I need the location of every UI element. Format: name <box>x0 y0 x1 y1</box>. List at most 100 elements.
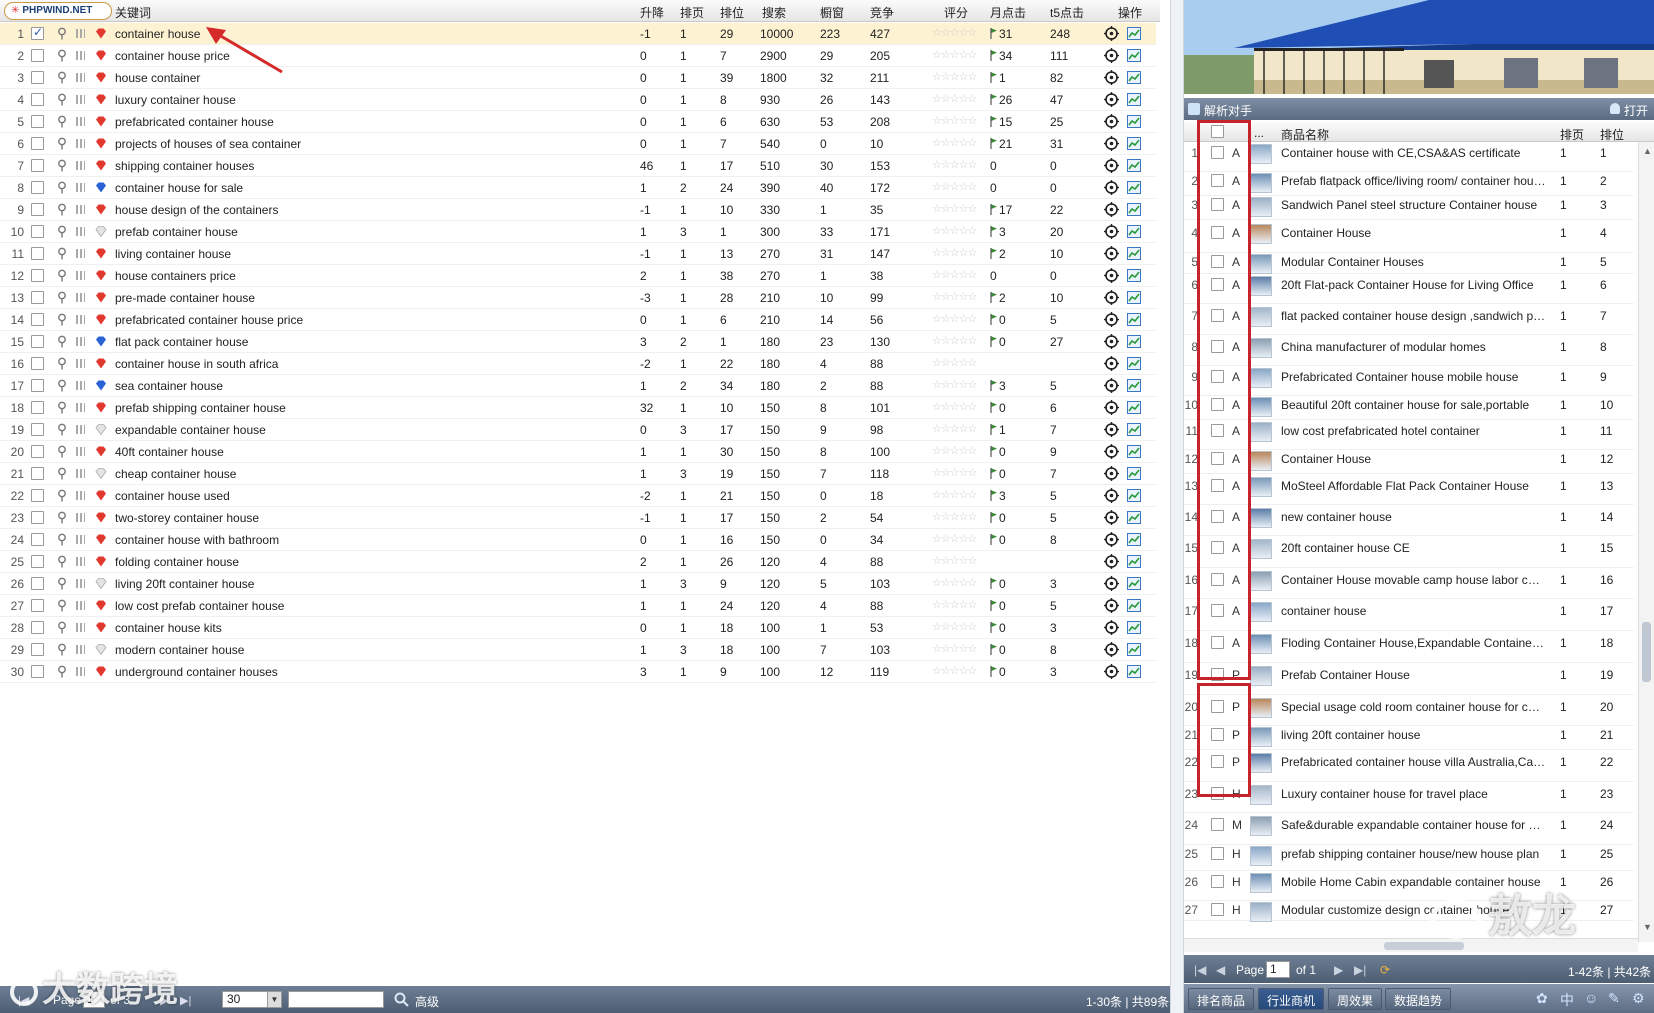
keyword-text[interactable]: living 20ft container house <box>115 577 254 591</box>
trend-chart-icon[interactable] <box>1127 269 1141 282</box>
row-checkbox[interactable] <box>31 533 44 546</box>
pin-icon[interactable] <box>57 379 67 392</box>
col-rank-position[interactable]: 排位 <box>1600 126 1624 143</box>
row-checkbox[interactable] <box>1211 875 1224 888</box>
first-page-icon-right[interactable]: |◀ <box>1194 963 1206 977</box>
col-product-name[interactable]: 商品名称 <box>1281 126 1329 143</box>
product-thumbnail[interactable] <box>1250 571 1272 591</box>
trend-chart-icon[interactable] <box>1127 115 1141 128</box>
row-checkbox[interactable] <box>31 643 44 656</box>
product-name[interactable]: Container House movable camp house labor… <box>1281 573 1546 587</box>
pin-icon[interactable] <box>57 203 67 216</box>
target-icon[interactable] <box>1104 488 1119 503</box>
trend-chart-icon[interactable] <box>1127 49 1141 62</box>
tab-weekly-effect[interactable]: 周效果 <box>1328 988 1383 1010</box>
product-thumbnail[interactable] <box>1250 224 1272 244</box>
last-page-icon-right[interactable]: ▶| <box>1354 963 1366 977</box>
product-name[interactable]: Beautiful 20ft container house for sale,… <box>1281 398 1546 412</box>
product-name[interactable]: Special usage cold room container house … <box>1281 700 1546 714</box>
product-thumbnail[interactable] <box>1250 698 1272 718</box>
row-checkbox[interactable] <box>31 379 44 392</box>
row-checkbox[interactable] <box>1211 903 1224 916</box>
product-thumbnail[interactable] <box>1250 307 1272 327</box>
target-icon[interactable] <box>1104 620 1119 635</box>
product-thumbnail[interactable] <box>1250 602 1272 622</box>
smiley-icon[interactable]: ☺ <box>1584 990 1598 1006</box>
keyword-row[interactable]: 9 house design of the containers -1 1 10 330 1… <box>0 199 1156 221</box>
keyword-row[interactable]: 26 living 20ft container house 1 3 9 120 5 103 ☆… <box>0 573 1156 595</box>
row-checkbox[interactable] <box>31 599 44 612</box>
product-name[interactable]: MoSteel Affordable Flat Pack Container H… <box>1281 479 1546 493</box>
col-monthly-clicks[interactable]: 月点击 <box>990 4 1026 21</box>
keyword-text[interactable]: house containers price <box>115 269 236 283</box>
trend-chart-icon[interactable] <box>1127 137 1141 150</box>
keyword-row[interactable]: 21 cheap container house 1 3 19 150 7 118 ☆☆☆☆☆ 0… <box>0 463 1156 485</box>
product-thumbnail[interactable] <box>1250 451 1272 471</box>
target-icon[interactable] <box>1104 378 1119 393</box>
pin-icon[interactable] <box>57 291 67 304</box>
keyword-row[interactable]: 29 modern container house 1 3 18 100 7 103 ☆☆☆☆☆… <box>0 639 1156 661</box>
target-icon[interactable] <box>1104 532 1119 547</box>
product-name[interactable]: China manufacturer of modular homes <box>1281 340 1546 354</box>
keyword-text[interactable]: prefabricated container house price <box>115 313 303 327</box>
trend-chart-icon[interactable] <box>1127 511 1141 524</box>
product-thumbnail[interactable] <box>1250 902 1272 922</box>
page-size-select[interactable]: 30 ▼ <box>222 991 282 1008</box>
keyword-text[interactable]: container house for sale <box>115 181 243 195</box>
keyword-text[interactable]: two-storey container house <box>115 511 259 525</box>
keyword-text[interactable]: modern container house <box>115 643 244 657</box>
product-thumbnail[interactable] <box>1250 197 1272 217</box>
product-thumbnail[interactable] <box>1250 873 1272 893</box>
product-name[interactable]: new container house <box>1281 510 1546 524</box>
pin-icon[interactable] <box>57 335 67 348</box>
pin-icon[interactable] <box>57 555 67 568</box>
pin-icon[interactable] <box>57 137 67 150</box>
competitor-row[interactable]: 1 A Container house with CE,CSA&AS certifi… <box>1184 142 1634 172</box>
keyword-row[interactable]: 2 container house price 0 1 7 2900 29 205 ☆☆☆☆☆ 3… <box>0 45 1156 67</box>
target-icon[interactable] <box>1104 466 1119 481</box>
filter-input[interactable] <box>288 991 384 1008</box>
product-thumbnail[interactable] <box>1250 846 1272 866</box>
keyword-text[interactable]: prefab container house <box>115 225 238 239</box>
target-icon[interactable] <box>1104 290 1119 305</box>
product-thumbnail[interactable] <box>1250 634 1272 654</box>
pin-icon[interactable] <box>57 467 67 480</box>
scroll-thumb[interactable] <box>1642 622 1651 682</box>
competitor-row[interactable]: 3 A Sandwich Panel steel structure Contain… <box>1184 196 1634 220</box>
prev-page-icon-right[interactable]: ◀ <box>1216 963 1225 977</box>
panel-splitter[interactable] <box>1170 0 1184 1013</box>
pin-icon[interactable] <box>57 533 67 546</box>
row-checkbox[interactable] <box>31 181 44 194</box>
col-t5-clicks[interactable]: t5点击 <box>1050 4 1084 21</box>
keyword-row[interactable]: 14 prefabricated container house price 0 1 6… <box>0 309 1156 331</box>
keyword-text[interactable]: flat pack container house <box>115 335 248 349</box>
keyword-row[interactable]: 25 folding container house 2 1 26 120 4 88 ☆☆☆☆☆ <box>0 551 1156 573</box>
last-page-icon[interactable]: ▶| <box>180 994 191 1007</box>
row-checkbox[interactable] <box>31 93 44 106</box>
trend-chart-icon[interactable] <box>1127 555 1141 568</box>
target-icon[interactable] <box>1104 202 1119 217</box>
product-name[interactable]: living 20ft container house <box>1281 728 1546 742</box>
trend-chart-icon[interactable] <box>1127 203 1141 216</box>
target-icon[interactable] <box>1104 312 1119 327</box>
pin-icon[interactable] <box>57 401 67 414</box>
target-icon[interactable] <box>1104 26 1119 41</box>
keyword-row[interactable]: 23 two-storey container house -1 1 17 150 2 54 ☆… <box>0 507 1156 529</box>
pin-icon[interactable] <box>57 643 67 656</box>
product-thumbnail[interactable] <box>1250 338 1272 358</box>
row-checkbox[interactable] <box>31 313 44 326</box>
keyword-text[interactable]: container house in south africa <box>115 357 278 371</box>
row-checkbox[interactable] <box>31 511 44 524</box>
col-keyword[interactable]: 关键词 <box>115 4 151 21</box>
product-thumbnail[interactable] <box>1250 753 1272 773</box>
row-checkbox[interactable] <box>31 401 44 414</box>
row-checkbox[interactable] <box>31 489 44 502</box>
target-icon[interactable] <box>1104 180 1119 195</box>
keyword-text[interactable]: prefabricated container house <box>115 115 274 129</box>
row-checkbox[interactable] <box>31 71 44 84</box>
competitor-row[interactable]: 11 Alow cost prefabricated hotel containe… <box>1184 420 1634 450</box>
target-icon[interactable] <box>1104 576 1119 591</box>
product-name[interactable]: 20ft Flat-pack Container House for Livin… <box>1281 278 1546 292</box>
keyword-row[interactable]: 13 pre-made container house -3 1 28 210 10 99 ☆☆… <box>0 287 1156 309</box>
row-checkbox[interactable] <box>1211 847 1224 860</box>
